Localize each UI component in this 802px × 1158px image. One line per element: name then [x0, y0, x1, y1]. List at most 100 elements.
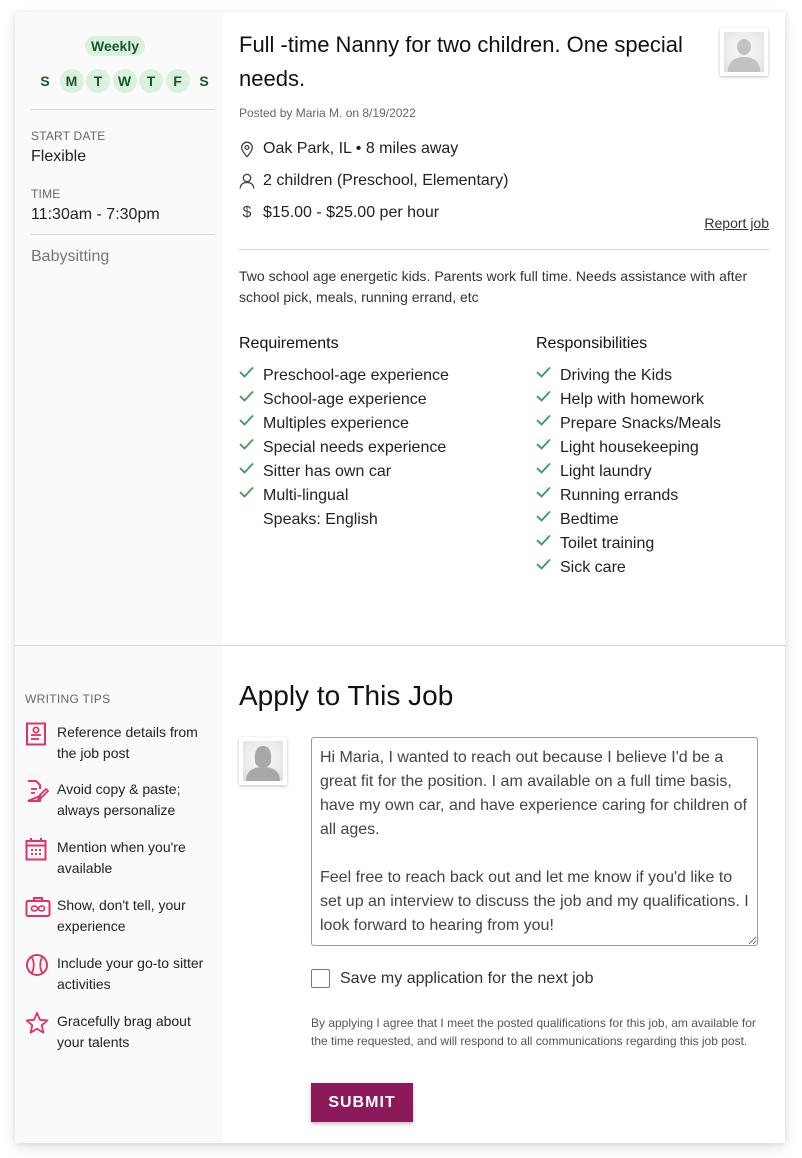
divider: [239, 249, 769, 250]
responsibility-text: Prepare Snacks/Meals: [560, 415, 721, 432]
job-description: Two school age energetic kids. Parents w…: [239, 268, 748, 305]
job-category: Babysitting: [31, 248, 110, 265]
checkmark-icon: [536, 364, 552, 388]
writing-tip: Mention when you're available: [25, 837, 215, 879]
writing-tip: Show, don't tell, your experience: [25, 895, 215, 937]
avatar-placeholder-icon: [243, 741, 283, 781]
job-card: Weekly SMTWTFS START DATE Flexible TIME …: [15, 12, 785, 1143]
checkmark-icon: [536, 412, 552, 436]
checkmark-icon: [239, 388, 255, 412]
responsibility-item: Bedtime: [536, 508, 721, 532]
checkmark-icon: [239, 364, 255, 388]
ball-icon: [25, 953, 49, 977]
save-application-row[interactable]: Save my application for the next job: [311, 969, 593, 988]
requirement-item: School-age experience: [239, 388, 449, 412]
checkmark-icon: [239, 436, 255, 460]
save-application-checkbox[interactable]: [311, 969, 330, 988]
responsibility-item: Light laundry: [536, 460, 721, 484]
checkmark-icon: [536, 484, 552, 508]
start-date-label: START DATE: [31, 129, 106, 143]
document-profile-icon: [25, 722, 49, 746]
responsibility-item: Prepare Snacks/Meals: [536, 412, 721, 436]
requirement-text: Special needs experience: [263, 439, 447, 456]
responsibility-text: Bedtime: [560, 511, 619, 528]
requirement-text: Speaks: English: [263, 511, 378, 528]
requirements-list: Preschool-age experience School-age exper…: [239, 364, 449, 532]
responsibility-item: Light housekeeping: [536, 436, 721, 460]
checkmark-icon: [239, 460, 255, 484]
time-label: TIME: [31, 187, 61, 201]
day-indicator: T: [139, 69, 163, 93]
location-pin-icon: [239, 140, 255, 158]
children-text: 2 children (Preschool, Elementary): [263, 172, 509, 189]
writing-tip-text: Include your go-to sitter activities: [57, 955, 204, 992]
requirement-text: School-age experience: [263, 391, 427, 408]
responsibilities-list: Driving the Kids Help with homework Prepar…: [536, 364, 721, 580]
requirement-item: Multiples experience: [239, 412, 449, 436]
checkmark-icon: [536, 460, 552, 484]
document-pencil-icon: [25, 779, 50, 803]
schedule-sidebar: Weekly SMTWTFS START DATE Flexible TIME …: [15, 12, 222, 645]
day-indicator: M: [59, 69, 84, 93]
time-value: 11:30am - 7:30pm: [31, 206, 160, 223]
requirements-heading: Requirements: [239, 335, 339, 352]
star-icon: [25, 1011, 49, 1035]
responsibility-text: Running errands: [560, 487, 679, 504]
checkmark-icon: [239, 484, 255, 508]
requirement-text: Multiples experience: [263, 415, 409, 432]
job-title: Full -time Nanny for two children. One s…: [239, 32, 683, 91]
briefcase-heart-icon: [25, 895, 51, 919]
writing-tip: Reference details from the job post: [25, 722, 215, 764]
dollar-icon: $: [242, 204, 252, 221]
start-date-value: Flexible: [31, 148, 87, 165]
responsibility-item: Driving the Kids: [536, 364, 721, 388]
checkmark-icon: [536, 436, 552, 460]
writing-tip-text: Reference details from the job post: [57, 724, 198, 761]
apply-title: Apply to This Job: [239, 680, 454, 711]
writing-tip: Avoid copy & paste; always personalize: [25, 779, 215, 821]
responsibility-text: Light housekeeping: [560, 439, 699, 456]
responsibility-item: Sick care: [536, 556, 721, 580]
requirement-text: Preschool-age experience: [263, 367, 449, 384]
responsibility-text: Driving the Kids: [560, 367, 673, 384]
job-main: Full -time Nanny for two children. One s…: [222, 12, 785, 645]
checkmark-icon: [239, 412, 255, 436]
writing-tip-text: Avoid copy & paste; always personalize: [57, 781, 181, 818]
save-application-label[interactable]: Save my application for the next job: [340, 970, 593, 988]
writing-tip-text: Mention when you're available: [57, 839, 186, 876]
responsibility-item: Toilet training: [536, 532, 721, 556]
writing-tips-sidebar: WRITING TIPS Reference details from the …: [15, 646, 222, 1143]
writing-tip: Gracefully brag about your talents: [25, 1011, 215, 1053]
writing-tips-label: WRITING TIPS: [25, 692, 111, 706]
location-row: Oak Park, IL • 8 miles away: [239, 140, 458, 158]
report-job-link[interactable]: Report job: [704, 215, 769, 231]
requirement-item: Speaks: English: [239, 508, 449, 532]
requirement-text: Sitter has own car: [263, 463, 392, 480]
legal-agreement-text: By applying I agree that I meet the post…: [311, 1016, 756, 1048]
application-message-input[interactable]: Hi Maria, I wanted to reach out because …: [311, 737, 758, 946]
day-indicator: S: [199, 73, 209, 89]
day-indicator: T: [86, 69, 110, 93]
writing-tip: Include your go-to sitter activities: [25, 953, 215, 995]
requirement-item: Special needs experience: [239, 436, 449, 460]
submit-button[interactable]: SUBMIT: [311, 1083, 413, 1122]
responsibility-text: Sick care: [560, 559, 626, 576]
writing-tip-text: Show, don't tell, your experience: [57, 897, 186, 934]
checkmark-icon: [536, 556, 552, 580]
checkmark-icon: [536, 532, 552, 556]
checkmark-icon: [536, 388, 552, 412]
location-text: Oak Park, IL • 8 miles away: [263, 140, 459, 157]
day-indicator: W: [112, 69, 137, 93]
writing-tip-text: Gracefully brag about your talents: [57, 1013, 191, 1050]
apply-section: WRITING TIPS Reference details from the …: [15, 646, 785, 1143]
checkmark-icon: [536, 508, 552, 532]
responsibilities-heading: Responsibilities: [536, 335, 648, 352]
responsibility-item: Help with homework: [536, 388, 721, 412]
divider: [31, 109, 215, 110]
children-row: 2 children (Preschool, Elementary): [239, 172, 508, 190]
avatar-placeholder-icon: [724, 32, 764, 72]
poster-avatar[interactable]: [720, 28, 768, 76]
responsibility-text: Light laundry: [560, 463, 652, 480]
requirement-text: Multi-lingual: [263, 487, 349, 504]
days-of-week: SMTWTFS: [33, 69, 219, 93]
